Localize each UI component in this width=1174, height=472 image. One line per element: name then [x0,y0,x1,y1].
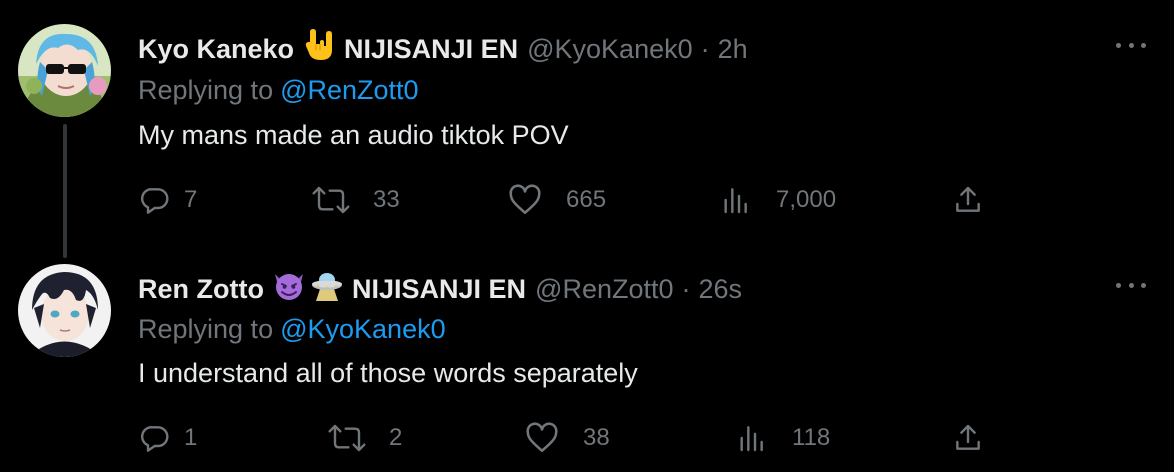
heart-icon [509,184,541,215]
retweet-button[interactable]: 2 [327,422,402,454]
tweet-kyo-kaneko[interactable]: Kyo Kaneko NIJISANJI EN @KyoKanek0 · 2h … [0,0,1174,240]
replying-to-handle-link[interactable]: @KyoKanek0 [280,314,446,344]
author-handle[interactable]: @RenZott0 [535,272,673,306]
like-button[interactable]: 38 [525,422,610,454]
tweet-header: Ren Zotto NIJISANJI EN @RenZott0 · 26s [138,268,742,310]
more-dot [1128,42,1134,48]
share-button[interactable] [951,422,985,454]
views-button[interactable]: 7,000 [718,184,836,216]
replying-to-label: Replying to [138,314,274,344]
reply-icon [141,188,169,214]
views-count: 118 [792,424,831,451]
tweet-header: Kyo Kaneko NIJISANJI EN @KyoKanek0 · 2h [138,28,748,70]
rock-on-hand-icon [302,28,336,70]
more-dot [1141,42,1146,48]
replying-to-handle-link[interactable]: @RenZott0 [280,75,418,105]
reply-button[interactable]: 7 [138,184,197,216]
retweet-count: 33 [373,186,400,213]
separator-dot: · [700,34,710,64]
replying-to-line: Replying to @RenZott0 [138,73,419,107]
more-options-icon[interactable] [1116,39,1146,51]
author-name[interactable]: Kyo Kaneko [138,32,294,66]
avatar-kyo-kaneko[interactable] [18,24,111,117]
heart-icon [526,422,558,453]
more-dot [1141,282,1146,288]
author-handle[interactable]: @KyoKanek0 [527,32,693,66]
reply-button[interactable]: 1 [138,422,197,454]
like-count: 665 [566,186,607,213]
more-dot [1128,282,1134,288]
replying-to-label: Replying to [138,75,274,105]
reply-icon [141,426,169,452]
share-icon [956,186,980,212]
smiling-devil-icon [272,268,306,310]
views-chart-icon [740,426,763,452]
reply-count: 7 [184,186,198,213]
timestamp[interactable]: 26s [699,272,743,306]
more-dot [1116,42,1121,48]
ufo-icon [310,268,344,310]
reply-count: 1 [184,424,198,451]
share-icon [956,424,980,450]
views-count: 7,000 [776,186,837,213]
like-button[interactable]: 665 [508,184,606,216]
retweet-count: 2 [389,424,403,451]
like-count: 38 [583,424,610,451]
author-name[interactable]: Ren Zotto [138,272,264,306]
tweet-text: My mans made an audio tiktok POV [138,120,569,150]
views-chart-icon [724,188,747,214]
more-options-icon[interactable] [1116,279,1146,291]
agency-label: NIJISANJI EN [351,274,527,304]
tweet-text: I understand all of those words separate… [138,358,638,388]
share-button[interactable] [951,184,985,216]
timestamp[interactable]: 2h [718,32,748,66]
retweet-button[interactable]: 33 [311,184,400,216]
retweet-icon [328,424,366,452]
agency-label: NIJISANJI EN [344,34,519,64]
replying-to-line: Replying to @KyoKanek0 [138,312,446,346]
more-dot [1116,282,1121,288]
views-button[interactable]: 118 [734,422,830,454]
tweet-ren-zotto[interactable]: Ren Zotto NIJISANJI EN @RenZott0 · 26s R… [0,240,1174,472]
separator-dot: · [681,274,691,304]
avatar-ren-zotto[interactable] [18,264,111,357]
retweet-icon [312,186,350,214]
